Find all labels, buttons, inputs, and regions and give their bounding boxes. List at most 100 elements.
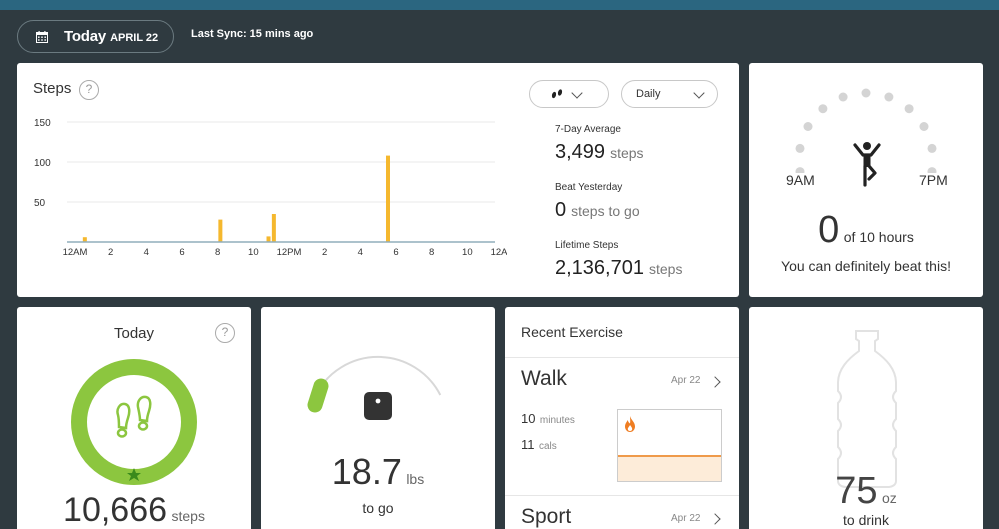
- hour-dot: [795, 143, 805, 153]
- weight-unit: lbs: [406, 471, 425, 487]
- exercise-date: Apr 22: [671, 375, 701, 386]
- exercise-date: Apr 22: [671, 513, 701, 524]
- chevron-down-icon: [693, 87, 705, 99]
- exercise-heart-rate-chart: [617, 409, 722, 482]
- today-label: Today: [64, 28, 107, 45]
- steps-bar[interactable]: [386, 155, 390, 242]
- active-person-icon: [853, 142, 881, 187]
- hour-dot: [919, 122, 929, 131]
- y-tick-label: 100: [34, 158, 51, 169]
- top-accent-bar: [0, 0, 999, 10]
- steps-bar[interactable]: [271, 214, 276, 242]
- hour-dot: [838, 92, 848, 102]
- exercise-duration-unit: minutes: [539, 415, 575, 426]
- seven-day-average-number: 3,499: [555, 141, 606, 163]
- exercise-name: Walk: [521, 367, 567, 390]
- exercise-calories: 11 cals: [521, 436, 557, 454]
- water-value: 75 oz: [749, 470, 983, 513]
- active-hours-value: 0 of 10 hours: [749, 209, 983, 252]
- x-tick-label: 8: [215, 247, 220, 258]
- seven-day-average-unit: steps: [610, 145, 644, 161]
- period-dropdown-value: Daily: [636, 88, 661, 100]
- active-hours-of-text: of 10 hours: [843, 229, 914, 245]
- x-tick-label: 2: [108, 247, 113, 258]
- water-number: 75: [835, 470, 878, 512]
- x-tick-label: 2: [322, 247, 327, 258]
- hour-dot: [818, 104, 828, 114]
- beat-yesterday-number: 0: [555, 199, 567, 221]
- recent-exercise-card[interactable]: Recent Exercise Walk Apr 22 10 minutes 1…: [505, 307, 739, 529]
- beat-yesterday-value: 0 steps to go: [555, 199, 640, 222]
- period-dropdown[interactable]: Daily: [621, 80, 718, 108]
- steps-card[interactable]: Steps ? Daily 50 100 150 12AM 2 4 6 8 10 12PM 2 4 6 8…: [17, 63, 739, 297]
- x-tick-label: 8: [429, 247, 434, 258]
- chevron-down-icon: [571, 87, 583, 99]
- flame-icon: [625, 416, 635, 432]
- lifetime-steps-label: Lifetime Steps: [555, 240, 619, 251]
- start-time-label: 9AM: [786, 172, 815, 188]
- header: Today APRIL 22 Last Sync: 15 mins ago: [0, 10, 999, 62]
- steps-goal-card[interactable]: Today ? 10,666 steps: [17, 307, 251, 529]
- water-bottle-icon: [837, 330, 897, 488]
- x-tick-label: 10: [462, 247, 473, 258]
- exercise-chart-fill: [618, 456, 721, 481]
- end-time-label: 7PM: [919, 172, 948, 188]
- x-tick-label: 12AM: [63, 247, 88, 258]
- date-selector-button[interactable]: Today APRIL 22: [17, 20, 174, 53]
- steps-help-button[interactable]: ?: [79, 80, 99, 100]
- exercise-duration-number: 10: [521, 411, 536, 426]
- x-tick-label: 6: [179, 247, 184, 258]
- goal-help-button[interactable]: ?: [215, 323, 235, 343]
- hourly-activity-card[interactable]: 9AM 7PM 0 of 10 hours You can definitely…: [749, 63, 983, 297]
- weight-number: 18.7: [331, 451, 402, 492]
- exercise-chart-line: [618, 455, 721, 457]
- goal-steps-unit: steps: [171, 508, 205, 524]
- exercise-title: Recent Exercise: [521, 324, 623, 340]
- calendar-icon: [36, 30, 48, 43]
- exercise-calories-unit: cals: [538, 441, 557, 452]
- active-hours-message: You can definitely beat this!: [781, 258, 951, 274]
- scale-icon: [364, 392, 392, 420]
- water-unit: oz: [881, 490, 897, 506]
- seven-day-average-value: 3,499 steps: [555, 141, 644, 164]
- hour-dot: [803, 122, 813, 131]
- activity-type-dropdown[interactable]: [529, 80, 609, 108]
- x-tick-label: 12AM: [491, 247, 507, 258]
- lifetime-steps-value: 2,136,701 steps: [555, 257, 682, 280]
- water-label: to drink: [843, 512, 889, 528]
- x-tick-label: 10: [248, 247, 259, 258]
- x-tick-label: 4: [144, 247, 149, 258]
- x-tick-label: 4: [358, 247, 363, 258]
- goal-steps-value: 10,666 steps: [17, 491, 251, 529]
- weight-label: to go: [362, 500, 394, 516]
- weight-value: 18.7 lbs: [261, 451, 495, 493]
- hour-dot: [861, 88, 871, 98]
- exercise-duration: 10 minutes: [521, 410, 575, 428]
- exercise-item-walk[interactable]: Walk Apr 22 10 minutes 11 cals: [505, 358, 739, 495]
- hour-dot: [884, 92, 894, 102]
- footsteps-icon: [116, 395, 152, 438]
- goal-steps-number: 10,666: [63, 491, 168, 529]
- chevron-right-icon: [709, 376, 721, 388]
- active-hours-number: 0: [818, 209, 840, 251]
- lifetime-steps-unit: steps: [648, 261, 683, 277]
- beat-yesterday-unit: steps to go: [571, 203, 640, 219]
- last-sync-status: Last Sync: 15 mins ago: [191, 28, 314, 40]
- y-tick-label: 150: [34, 118, 51, 129]
- date-label: APRIL 22: [110, 31, 159, 44]
- beat-yesterday-label: Beat Yesterday: [555, 182, 623, 193]
- weight-card[interactable]: 18.7 lbs to go: [261, 307, 495, 529]
- exercise-name: Sport: [521, 505, 572, 528]
- steps-bar[interactable]: [266, 236, 271, 242]
- x-tick-label: 6: [393, 247, 398, 258]
- steps-title: Steps: [33, 80, 72, 97]
- steps-bar[interactable]: [218, 219, 223, 242]
- water-card[interactable]: 75 oz to drink: [749, 307, 983, 529]
- hour-dot: [927, 143, 937, 153]
- hour-dot: [904, 104, 914, 114]
- y-tick-label: 50: [34, 198, 46, 209]
- x-tick-label: 12PM: [277, 247, 302, 258]
- footsteps-icon: [551, 89, 563, 99]
- steps-chart: 50 100 150 12AM 2 4 6 8 10 12PM 2 4 6 8 10 12AM: [34, 118, 507, 258]
- exercise-item-sport[interactable]: Sport Apr 22: [505, 496, 739, 529]
